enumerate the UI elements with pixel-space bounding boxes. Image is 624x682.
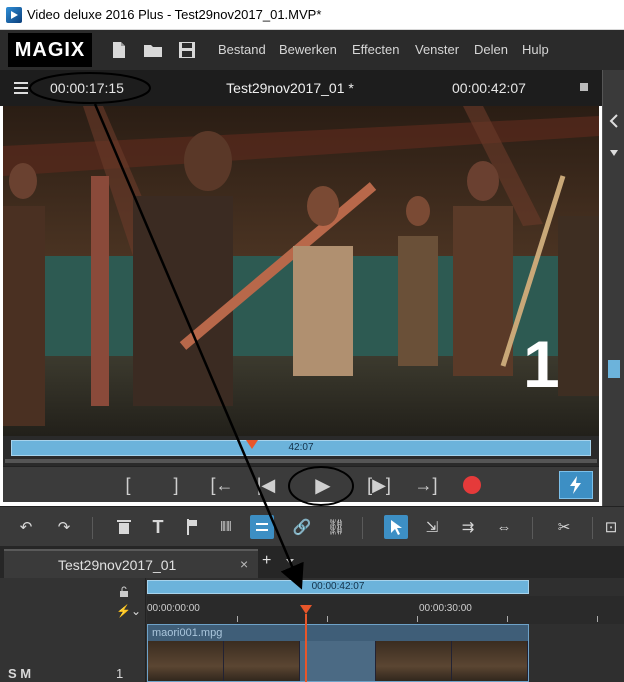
save-icon[interactable]	[176, 39, 198, 61]
ruler-tick	[507, 616, 508, 622]
split-icon[interactable]: ⫴⫴	[214, 515, 238, 539]
menu-hulp[interactable]: Hulp	[522, 42, 549, 57]
scrub-position-marker[interactable]	[246, 440, 258, 449]
mark-in-button[interactable]: [	[113, 467, 143, 503]
project-title: Test29nov2017_01 *	[226, 80, 354, 96]
title-bar: Video deluxe 2016 Plus - Test29nov2017_0…	[0, 0, 624, 30]
toolbar-separator	[92, 517, 93, 539]
menu-icon[interactable]	[14, 82, 28, 94]
clip-thumbnail	[376, 641, 452, 681]
track-number-overlay: 1	[523, 327, 560, 401]
scroll-thumb[interactable]	[608, 360, 620, 378]
maximize-icon[interactable]	[580, 83, 588, 91]
previous-marker-button[interactable]: |◀	[251, 467, 281, 503]
menu-venster[interactable]: Venster	[415, 42, 459, 57]
track-solo-mute-controls[interactable]: S M	[8, 666, 31, 681]
menu-effecten[interactable]: Effecten	[352, 42, 399, 57]
lock-icon[interactable]	[118, 586, 130, 598]
menu-bar: MAGIX Bestand Bewerken Effecten Venster …	[0, 30, 624, 70]
next-frame-button[interactable]: [▶]	[361, 467, 397, 503]
ruler-tick	[417, 616, 418, 622]
range-select-icon[interactable]: ⇲	[420, 515, 444, 539]
cut-tool-icon[interactable]: ✂	[552, 515, 576, 539]
tab-label: Test29nov2017_01	[58, 557, 177, 573]
toolbar-separator	[532, 517, 533, 539]
clip-thumbnail	[224, 641, 300, 681]
video-preview[interactable]: 1	[3, 106, 599, 436]
chevron-left-icon[interactable]	[609, 114, 619, 128]
timeline-range-label: 00:00:42:07	[311, 581, 365, 592]
magix-logo: MAGIX	[8, 33, 92, 67]
video-frame-image	[3, 106, 599, 436]
mark-out-button[interactable]: ]	[161, 467, 191, 503]
ruler-start-label: 00:00:00:00	[147, 603, 200, 614]
unlink-icon[interactable]: ⛓	[324, 515, 348, 539]
app-icon	[6, 7, 22, 23]
redo-icon[interactable]: ↷	[52, 515, 76, 539]
chevron-down-icon[interactable]	[286, 559, 294, 564]
clip-thumbnail	[148, 641, 224, 681]
menu-delen[interactable]: Delen	[474, 42, 508, 57]
snap-icon[interactable]	[250, 515, 274, 539]
timeline[interactable]: ⚡⌄ S M 1 00:00:42:07 00:00:00:00 00:00:3…	[0, 578, 624, 682]
toolbar-separator	[362, 517, 363, 539]
timeline-ruler[interactable]: 00:00:00:00 00:00:30:00	[147, 596, 624, 624]
total-timecode: 00:00:42:07	[452, 80, 526, 96]
ruler-tick	[237, 616, 238, 622]
scrub-track[interactable]	[5, 459, 597, 463]
play-button[interactable]: ▶	[307, 467, 339, 503]
playhead-line[interactable]	[305, 614, 307, 682]
scrub-range-bar[interactable]: 42:07	[11, 440, 591, 456]
text-icon[interactable]: T	[146, 515, 170, 539]
menu-bewerken[interactable]: Bewerken	[279, 42, 337, 57]
clip-thumbnail	[452, 641, 528, 681]
delete-icon[interactable]	[112, 515, 136, 539]
project-tab-row: Test29nov2017_01 × +	[0, 546, 624, 578]
clip-thumbnail	[300, 641, 376, 681]
window-title: Video deluxe 2016 Plus - Test29nov2017_0…	[27, 7, 322, 22]
chevron-down-icon[interactable]	[610, 150, 618, 156]
marker-icon[interactable]	[180, 515, 204, 539]
current-timecode[interactable]: 00:00:17:15	[50, 80, 124, 96]
track-select-icon[interactable]: ⇉	[456, 515, 480, 539]
ruler-mid-label: 00:00:30:00	[419, 603, 472, 614]
transport-controls: [ ] [← |◀ ▶ [▶] →]	[3, 466, 599, 502]
tab-close-icon[interactable]: ×	[240, 556, 248, 572]
side-panel-strip[interactable]	[602, 70, 624, 510]
ruler-tick	[327, 616, 328, 622]
stretch-icon[interactable]: ⇔	[492, 515, 516, 539]
track-number: 1	[116, 666, 124, 681]
record-button[interactable]	[463, 476, 481, 494]
new-file-icon[interactable]	[108, 39, 130, 61]
jump-to-out-button[interactable]: →]	[409, 467, 443, 503]
tab-project[interactable]: Test29nov2017_01 ×	[4, 549, 258, 578]
playhead-marker[interactable]	[300, 605, 312, 614]
scrub-range-label: 42:07	[288, 442, 314, 453]
jump-to-in-button[interactable]: [←	[205, 467, 239, 503]
menu-bestand[interactable]: Bestand	[218, 42, 266, 57]
edit-toolbar: ↶ ↷ T ⫴⫴ 🔗 ⛓ ⇲ ⇉ ⇔ ✂ ⊡	[0, 506, 624, 546]
video-clip[interactable]: maori001.mpg	[147, 624, 529, 682]
clip-thumbnails	[148, 641, 528, 681]
preview-header: 00:00:17:15 Test29nov2017_01 * 00:00:42:…	[0, 70, 602, 106]
preview-scrubber[interactable]: 42:07	[3, 436, 599, 466]
undo-icon[interactable]: ↶	[14, 515, 38, 539]
track-header-panel: ⚡⌄ S M 1	[0, 578, 146, 682]
mouse-mode-icon[interactable]	[384, 515, 408, 539]
toolbar-separator	[592, 517, 593, 539]
add-tab-button[interactable]: +	[262, 552, 271, 570]
more-tools-icon[interactable]: ⊡	[602, 515, 620, 539]
timeline-range-bar[interactable]: 00:00:42:07	[147, 580, 529, 594]
snap-lightning-icon[interactable]: ⚡⌄	[116, 604, 141, 618]
clip-name: maori001.mpg	[152, 627, 223, 639]
ruler-tick	[597, 616, 598, 622]
render-power-button[interactable]	[559, 471, 593, 499]
link-icon[interactable]: 🔗	[290, 515, 314, 539]
lightning-icon	[570, 476, 581, 494]
open-folder-icon[interactable]	[142, 39, 164, 61]
